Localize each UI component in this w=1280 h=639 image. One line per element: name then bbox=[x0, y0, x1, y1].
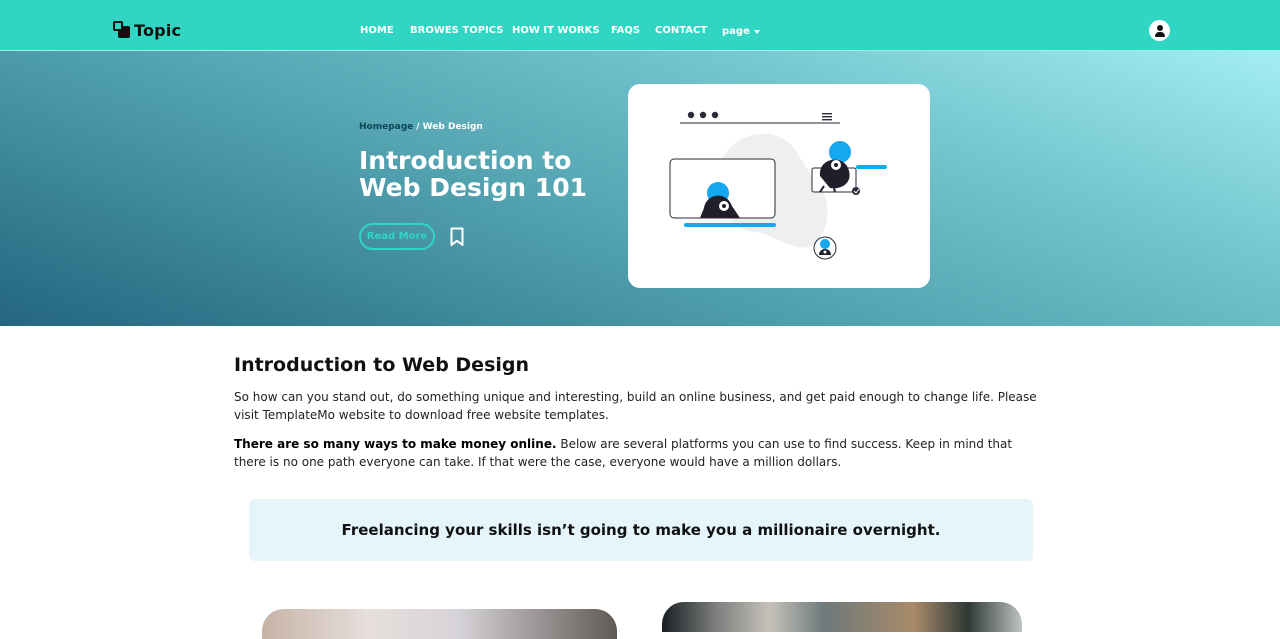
article-paragraph-1: So how can you stand out, do something u… bbox=[234, 390, 1037, 422]
user-icon[interactable] bbox=[1149, 20, 1170, 41]
nav-faqs[interactable]: FAQS bbox=[611, 25, 640, 36]
hero-illustration-card bbox=[628, 84, 930, 288]
brand-name: Topic bbox=[134, 20, 182, 40]
nav-page-dropdown[interactable]: page bbox=[722, 26, 760, 37]
article-paragraph-2: There are so many ways to make money onl… bbox=[234, 436, 1044, 471]
breadcrumb: Homepage / Web Design bbox=[359, 122, 483, 132]
nav-page-label: page bbox=[722, 26, 750, 37]
quote-text: Freelancing your skills isn’t going to m… bbox=[341, 521, 941, 539]
nav-contact[interactable]: CONTACT bbox=[655, 25, 707, 36]
navbar: Topic HOME BROWES TOPICS HOW IT WORKS FA… bbox=[0, 0, 1280, 51]
hero-section: Homepage / Web Design Introduction to We… bbox=[0, 51, 1280, 326]
nav-how-it-works[interactable]: HOW IT WORKS bbox=[512, 25, 600, 36]
breadcrumb-current: / Web Design bbox=[416, 122, 483, 132]
nav-home[interactable]: HOME bbox=[360, 25, 394, 36]
chevron-down-icon bbox=[753, 30, 760, 34]
quote-block: Freelancing your skills isn’t going to m… bbox=[249, 499, 1033, 561]
hero-title: Introduction to Web Design 101 bbox=[359, 146, 587, 202]
article-title: Introduction to Web Design bbox=[234, 354, 530, 376]
breadcrumb-home[interactable]: Homepage bbox=[359, 122, 413, 132]
brand-logo[interactable]: Topic bbox=[113, 19, 181, 41]
article-image-right bbox=[662, 602, 1022, 632]
read-more-button[interactable]: Read More bbox=[359, 223, 435, 250]
bookmark-icon[interactable] bbox=[449, 227, 465, 247]
nav-browse-topics[interactable]: BROWES TOPICS bbox=[410, 25, 503, 36]
article-paragraph-2-strong: There are so many ways to make money onl… bbox=[234, 437, 557, 451]
brand-icon bbox=[113, 21, 132, 39]
article-image-left bbox=[262, 609, 617, 639]
web-design-illustration bbox=[669, 111, 887, 260]
